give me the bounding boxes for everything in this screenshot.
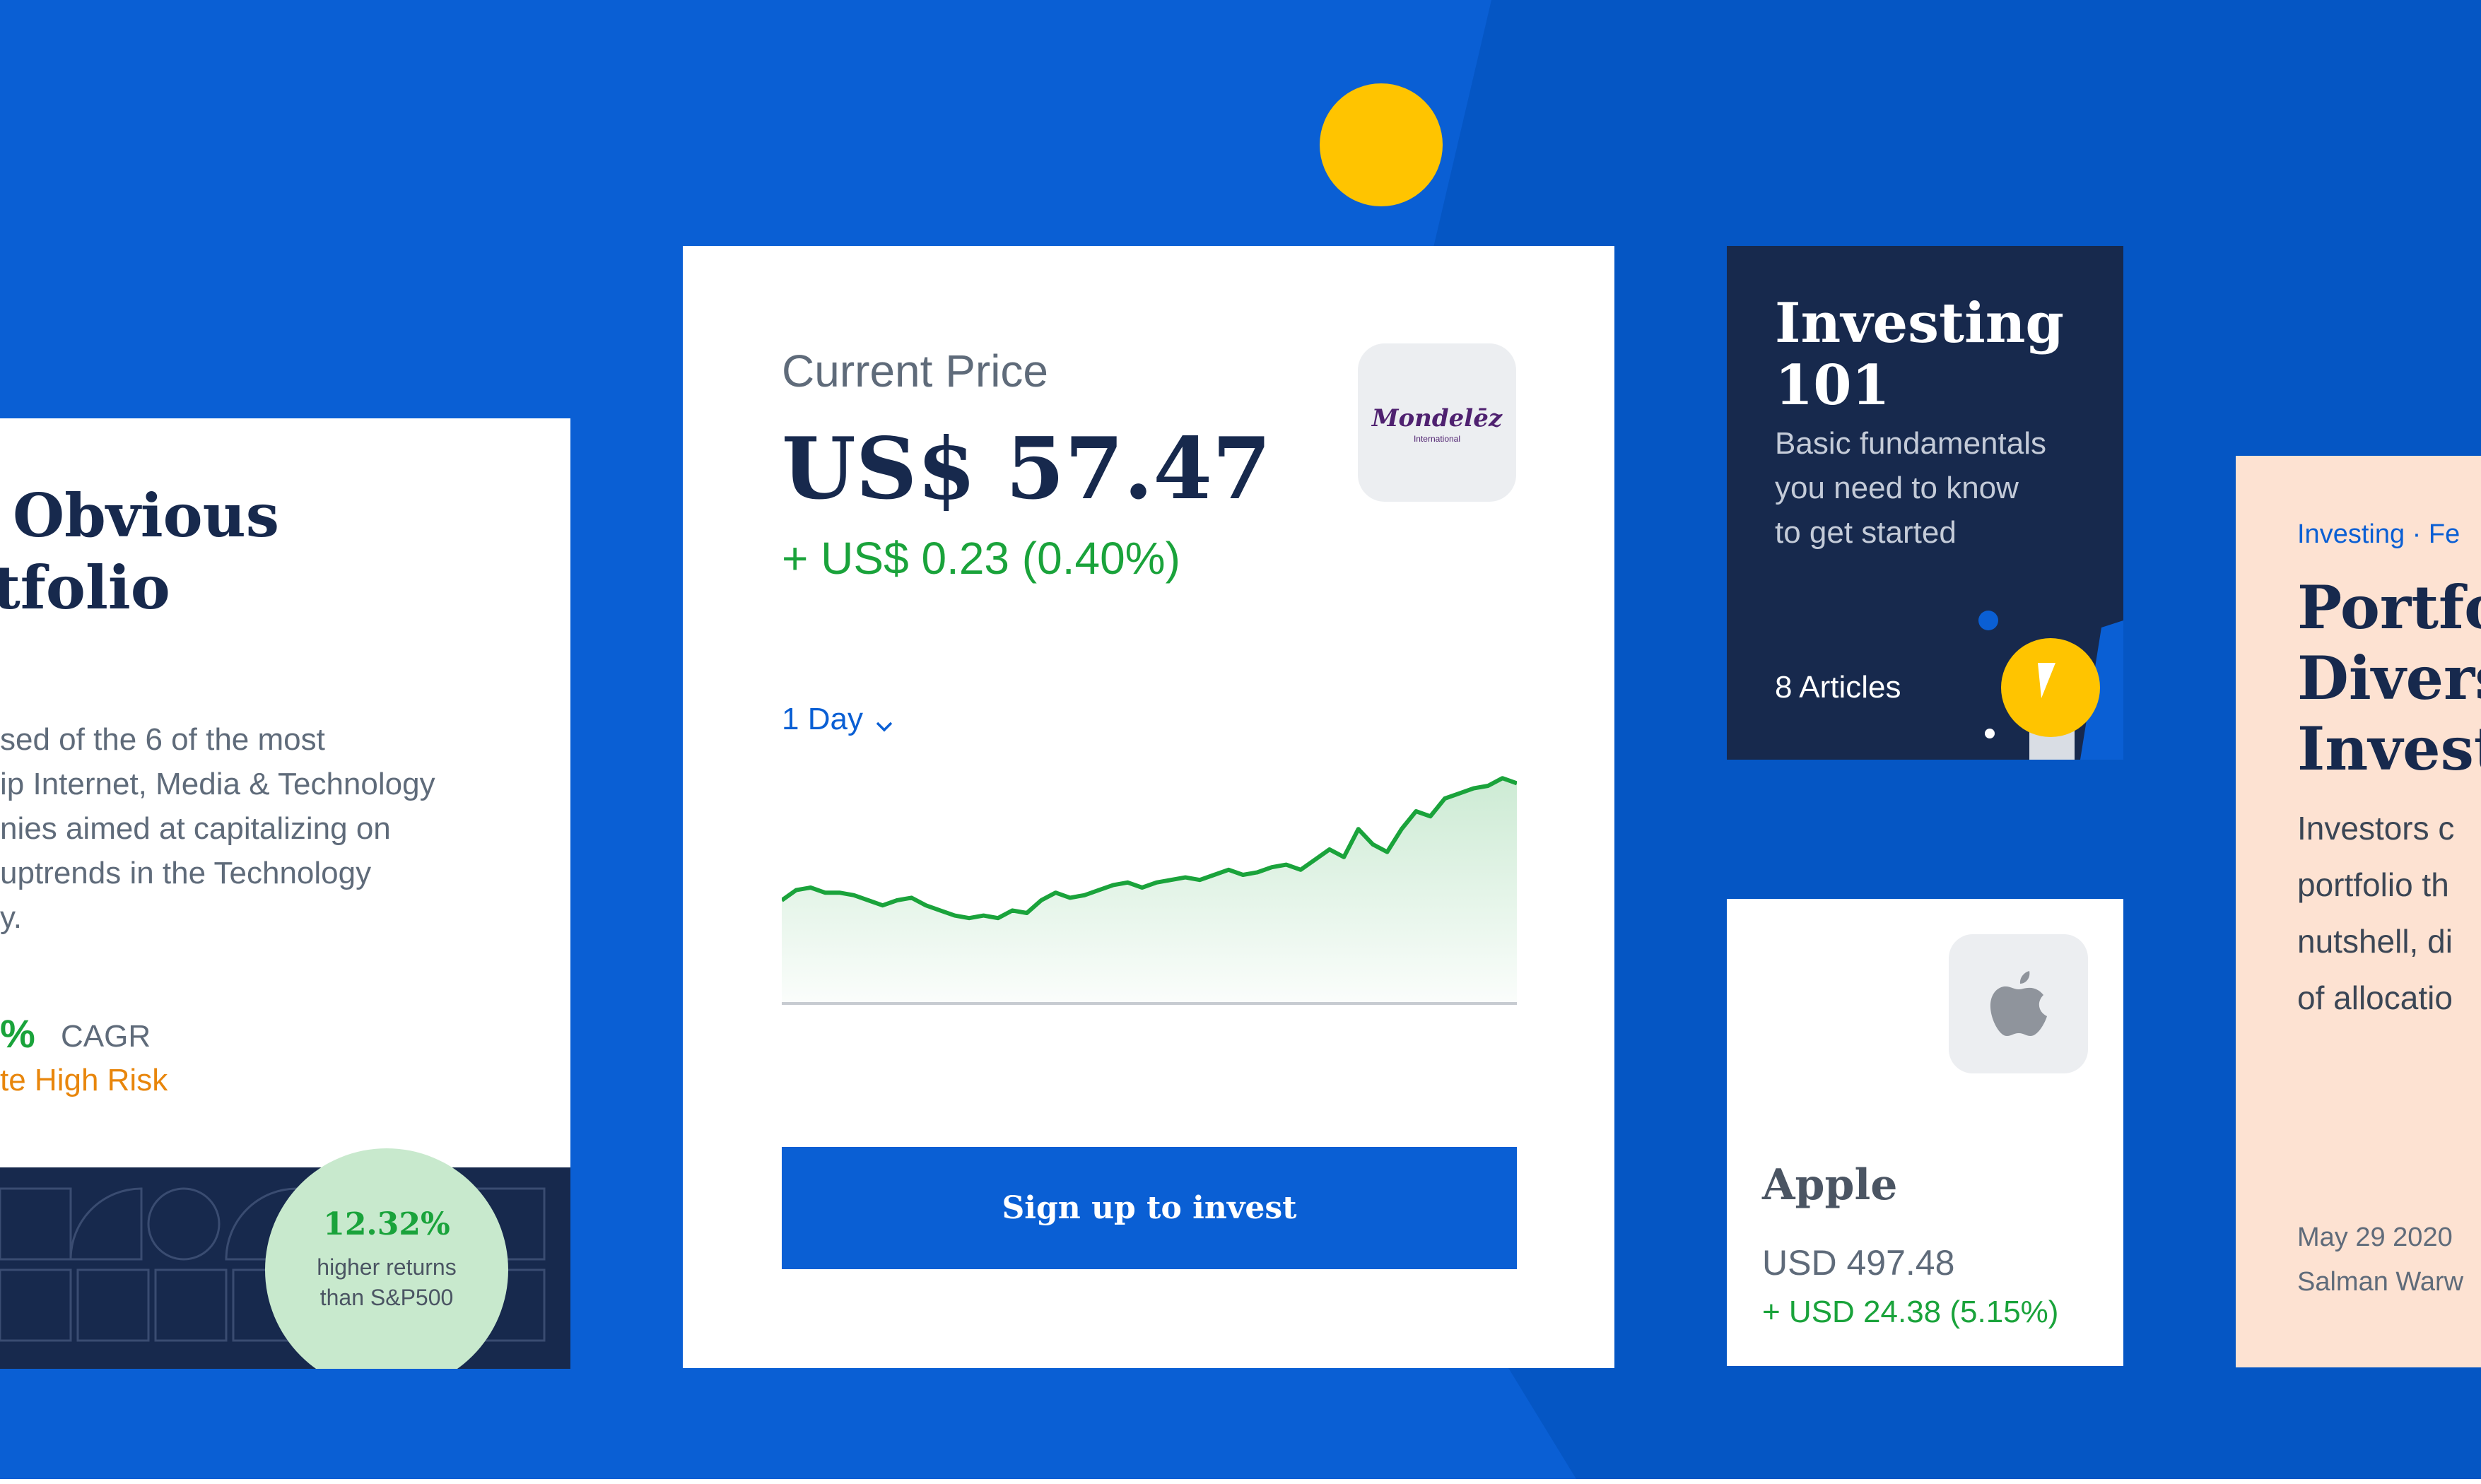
article-card[interactable]: Investing · Fe Portfo Divers Invest Inve… xyxy=(2236,456,2481,1367)
article-title-line2: Divers xyxy=(2297,643,2481,713)
signup-button[interactable]: Sign up to invest xyxy=(782,1147,1517,1269)
cagr-value: % xyxy=(0,1011,35,1056)
investing-title-line2: 101 xyxy=(1775,353,1890,418)
hero-stage: Obvious tfolio sed of the 6 of the most … xyxy=(0,0,2481,1479)
mondelez-logo-text: Mondelēz xyxy=(1371,404,1503,432)
price-change: + US$ 0.23 (0.40%) xyxy=(782,533,1180,584)
returns-badge-value: 12.32% xyxy=(323,1206,450,1242)
portfolio-desc-line5: y. xyxy=(0,900,22,935)
current-price-label: Current Price xyxy=(782,346,1048,396)
portfolio-desc-line3: nies aimed at capitalizing on xyxy=(0,811,391,846)
article-author: Salman Warw xyxy=(2297,1267,2464,1297)
cagr-label: CAGR xyxy=(61,1019,151,1054)
returns-badge-line2: than S&P500 xyxy=(319,1285,454,1310)
portfolio-desc-line2: ip Internet, Media & Technology xyxy=(0,767,435,801)
returns-badge-line1: higher returns xyxy=(317,1254,457,1280)
mondelez-logo: Mondelēz International xyxy=(1358,343,1516,502)
article-body-line4: of allocatio xyxy=(2297,979,2453,1016)
price-card: Current Price US$ 57.47 + US$ 0.23 (0.40… xyxy=(683,246,1614,1368)
apple-price: USD 497.48 xyxy=(1762,1243,1955,1283)
apple-name: Apple xyxy=(1762,1160,1898,1210)
investing-title-line1: Investing xyxy=(1775,291,2064,355)
chart-area-fill xyxy=(782,778,1517,1002)
portfolio-title-line1: Obvious xyxy=(13,481,280,550)
investing-101-card[interactable]: Investing 101 Basic fundamentals you nee… xyxy=(1727,246,2123,760)
current-price-value: US$ 57.47 xyxy=(782,419,1272,519)
apple-stock-card[interactable]: Apple USD 497.48 + USD 24.38 (5.15%) xyxy=(1727,899,2123,1366)
lightbulb-illustration xyxy=(1978,611,2123,760)
investing-desc-line1: Basic fundamentals xyxy=(1775,426,2046,461)
portfolio-desc-line1: sed of the 6 of the most xyxy=(0,722,325,757)
apple-logo-icon xyxy=(1990,971,2047,1036)
investing-desc-line3: to get started xyxy=(1775,515,1957,550)
article-body-line2: portfolio th xyxy=(2297,866,2449,903)
timeframe-label: 1 Day xyxy=(782,702,863,736)
article-category: Investing · Fe xyxy=(2297,519,2461,549)
apple-logo-tile xyxy=(1949,934,2088,1073)
yellow-dot xyxy=(1320,83,1443,206)
article-title-line1: Portfo xyxy=(2297,572,2481,642)
risk-label: te High Risk xyxy=(0,1063,168,1097)
article-body-line3: nutshell, di xyxy=(2297,923,2453,960)
apple-change: + USD 24.38 (5.15%) xyxy=(1762,1295,2059,1329)
portfolio-desc-line4: uptrends in the Technology xyxy=(0,856,372,890)
mondelez-logo-subtext: International xyxy=(1413,434,1461,444)
portfolio-card[interactable]: Obvious tfolio sed of the 6 of the most … xyxy=(0,418,570,1369)
price-chart xyxy=(782,776,1517,1005)
portfolio-title-line2: tfolio xyxy=(0,553,170,623)
article-date: May 29 2020 xyxy=(2297,1223,2453,1252)
article-body-line1: Investors c xyxy=(2297,810,2455,847)
article-title-line3: Invest xyxy=(2297,714,2481,784)
articles-count: 8 Articles xyxy=(1775,670,1901,705)
investing-desc-line2: you need to know xyxy=(1775,471,2019,505)
